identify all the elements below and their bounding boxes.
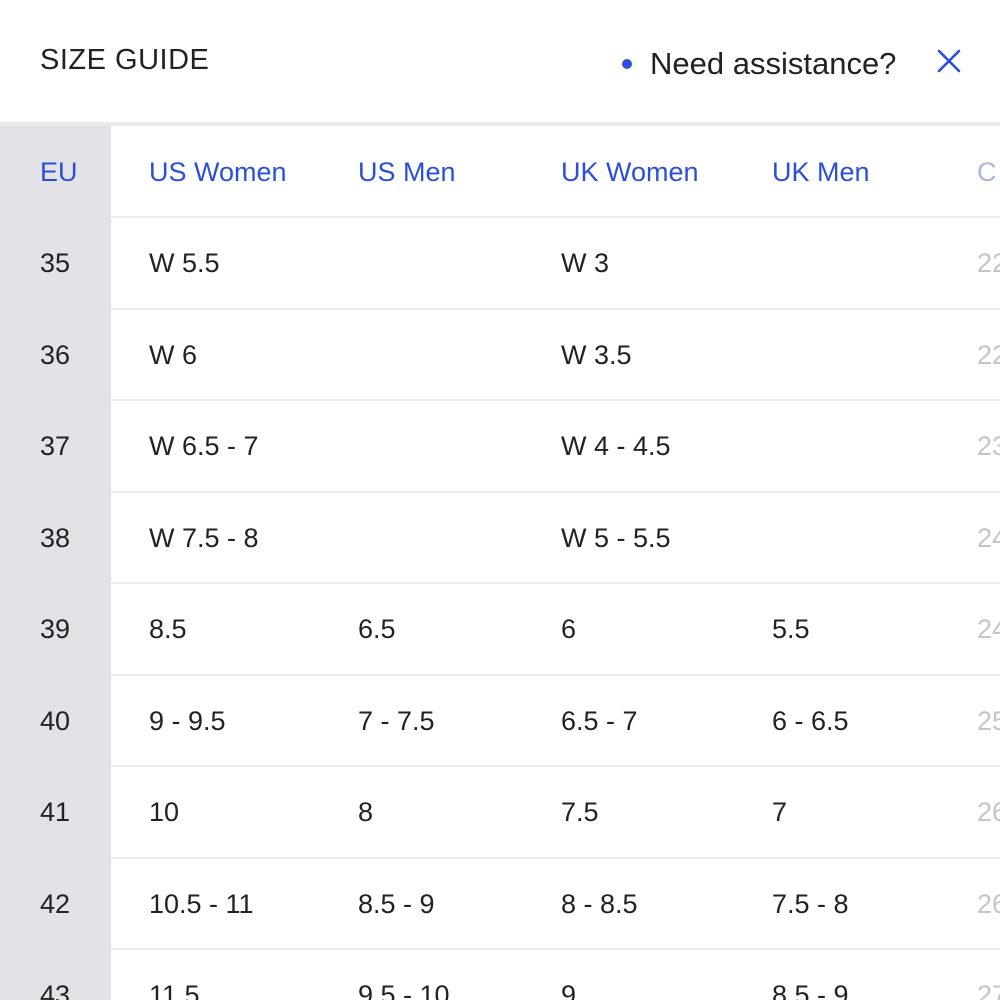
close-icon xyxy=(937,49,961,73)
cell-uk-men: 8.5 - 9 xyxy=(772,980,849,1000)
size-table[interactable]: EU US Women US Men UK Women UK Men C 35 W 5.5 W … xyxy=(0,126,1000,1000)
cell-eu: 40 xyxy=(40,705,71,736)
cell-eu: 35 xyxy=(40,248,71,279)
table-row: 37 W 6.5 - 7 W 4 - 4.5 23 xyxy=(0,401,1000,493)
cell-uk-women: 6 xyxy=(561,614,577,645)
cell-uk-women: W 4 - 4.5 xyxy=(561,431,671,462)
column-header-uk-men: UK Men xyxy=(772,156,870,187)
cell-eu: 39 xyxy=(40,614,71,645)
cell-cm: 23 xyxy=(977,431,1000,462)
cell-us-women: 9 - 9.5 xyxy=(149,705,226,736)
cell-uk-men: 7 xyxy=(772,797,788,828)
cell-eu: 38 xyxy=(40,522,71,553)
table-header-row: EU US Women US Men UK Women UK Men C xyxy=(0,126,1000,218)
table-row: 35 W 5.5 W 3 22 xyxy=(0,218,1000,310)
table-row: 39 8.5 6.5 6 5.5 24 xyxy=(0,584,1000,676)
cell-us-men: 9.5 - 10 xyxy=(358,980,450,1000)
page-title: SIZE GUIDE xyxy=(40,44,210,76)
need-assistance-link[interactable]: Need assistance? xyxy=(622,44,896,84)
table-row: 42 10.5 - 11 8.5 - 9 8 - 8.5 7.5 - 8 26 xyxy=(0,859,1000,950)
cell-cm: 24 xyxy=(977,522,1000,553)
cell-us-women: 10 xyxy=(149,797,180,828)
cell-us-women: 10.5 - 11 xyxy=(149,888,254,919)
cell-cm: 22 xyxy=(977,339,1000,370)
cell-cm: 27 xyxy=(977,980,1000,1000)
close-button[interactable] xyxy=(934,46,964,76)
cell-uk-men: 5.5 xyxy=(772,614,810,645)
cell-us-women: W 7.5 - 8 xyxy=(149,522,259,553)
table-row: 40 9 - 9.5 7 - 7.5 6.5 - 7 6 - 6.5 25 xyxy=(0,676,1000,767)
size-guide-header: SIZE GUIDE Need assistance? xyxy=(0,0,1000,122)
cell-eu: 42 xyxy=(40,888,71,919)
cell-eu: 41 xyxy=(40,797,71,828)
status-dot-icon xyxy=(622,59,632,69)
cell-cm: 26 xyxy=(977,797,1000,828)
column-header-eu: EU xyxy=(40,156,78,187)
cell-uk-women: W 5 - 5.5 xyxy=(561,522,671,553)
cell-eu: 36 xyxy=(40,339,71,370)
cell-us-women: W 6 xyxy=(149,339,198,370)
table-row: 36 W 6 W 3.5 22 xyxy=(0,310,1000,401)
table-row: 41 10 8 7.5 7 26 xyxy=(0,767,1000,859)
cell-uk-men: 7.5 - 8 xyxy=(772,888,849,919)
cell-eu: 37 xyxy=(40,431,71,462)
column-header-cm: C xyxy=(977,156,997,187)
column-header-us-men: US Men xyxy=(358,156,456,187)
cell-uk-women: 6.5 - 7 xyxy=(561,705,638,736)
column-header-uk-women: UK Women xyxy=(561,156,699,187)
cell-us-women: 8.5 xyxy=(149,614,187,645)
cell-cm: 25 xyxy=(977,705,1000,736)
cell-us-men: 7 - 7.5 xyxy=(358,705,435,736)
cell-us-men: 6.5 xyxy=(358,614,396,645)
cell-us-women: W 6.5 - 7 xyxy=(149,431,259,462)
cell-uk-women: W 3.5 xyxy=(561,339,632,370)
cell-eu: 43 xyxy=(40,980,71,1000)
table-row: 43 11.5 9.5 - 10 9 8.5 - 9 27 xyxy=(0,950,1000,1000)
table-row: 38 W 7.5 - 8 W 5 - 5.5 24 xyxy=(0,493,1000,584)
cell-uk-women: W 3 xyxy=(561,248,610,279)
cell-uk-women: 8 - 8.5 xyxy=(561,888,638,919)
cell-cm: 26 xyxy=(977,888,1000,919)
column-header-us-women: US Women xyxy=(149,156,287,187)
cell-cm: 24 xyxy=(977,614,1000,645)
cell-us-women: 11.5 xyxy=(149,980,200,1000)
cell-us-men: 8.5 - 9 xyxy=(358,888,435,919)
cell-us-women: W 5.5 xyxy=(149,248,220,279)
cell-uk-women: 7.5 xyxy=(561,797,599,828)
cell-us-men: 8 xyxy=(358,797,374,828)
need-assistance-label: Need assistance? xyxy=(650,46,897,81)
cell-cm: 22 xyxy=(977,248,1000,279)
cell-uk-men: 6 - 6.5 xyxy=(772,705,849,736)
cell-uk-women: 9 xyxy=(561,980,577,1000)
